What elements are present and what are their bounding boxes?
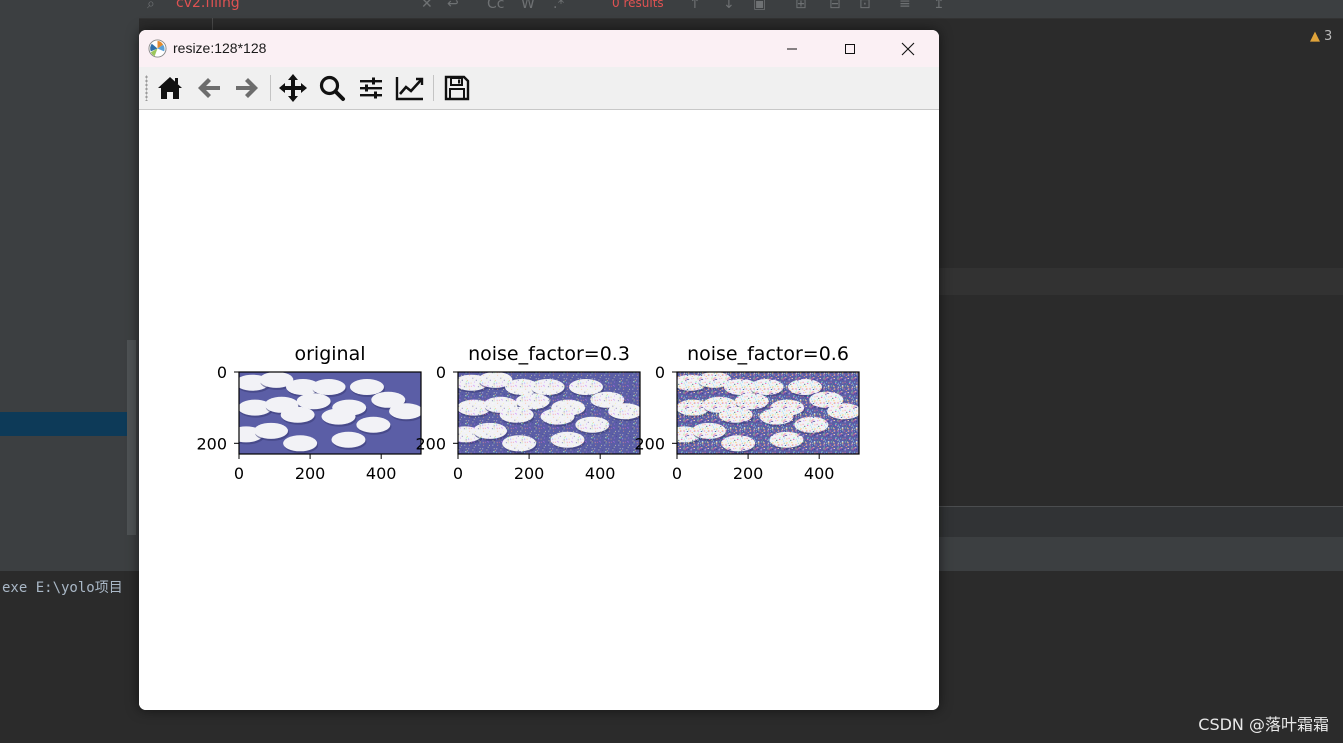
y-tick-label: 200 (415, 434, 446, 453)
ide-gutter-line (212, 18, 213, 30)
maximize-button[interactable] (821, 30, 879, 67)
match-case-icon[interactable]: Cc (487, 0, 504, 12)
matplotlib-icon (148, 39, 167, 58)
filter-icon[interactable]: ⊞ (795, 0, 807, 12)
figure-window: resize:128*128 original 0 200 400 0 200 … (139, 30, 939, 710)
newline-icon[interactable]: ↩ (447, 0, 459, 12)
x-tick-label: 200 (733, 464, 764, 483)
noise-overlay (677, 372, 859, 454)
ide-selected-row[interactable] (0, 412, 127, 436)
x-tick-label: 0 (234, 464, 244, 483)
pill (356, 416, 391, 433)
x-tick-label: 400 (585, 464, 616, 483)
subplot-title: noise_factor=0.6 (687, 343, 849, 365)
move-icon (279, 74, 307, 102)
find-results-count: 0 results (612, 0, 664, 10)
figure-svg: original 0 200 400 0 200 noise_factor=0.3 0 200 4… (196, 343, 862, 483)
ide-scrollbar[interactable] (127, 340, 136, 535)
arrow-right-icon (236, 78, 258, 98)
navigation-toolbar (139, 67, 939, 110)
title-bar[interactable]: resize:128*128 (139, 30, 939, 67)
subplot-axes[interactable]: original 0 200 400 0 200 (196, 343, 424, 483)
minimize-button[interactable] (763, 30, 821, 67)
forward-button[interactable] (231, 72, 263, 104)
watermark: CSDN @落叶霜霜 (1198, 715, 1329, 734)
ide-tool-window-header (939, 506, 1343, 540)
subplot-axes[interactable]: noise_factor=0.6 0 200 400 0 200 (634, 343, 862, 483)
ide-find-bar: ⌕ cv2.filing ✕ ↩ Cc W .* 0 results ↑ ↓ ▣… (139, 0, 1343, 19)
warning-count: 3 (1324, 29, 1333, 44)
pill (296, 393, 331, 410)
x-tick-label: 0 (672, 464, 682, 483)
arrow-up-icon[interactable]: ↑ (689, 0, 701, 12)
zoom-button[interactable] (316, 72, 348, 104)
y-tick-label: 0 (436, 363, 446, 382)
subplots-button[interactable] (355, 72, 387, 104)
subplot-title: original (294, 343, 365, 365)
pin-icon[interactable]: ↥ (933, 0, 945, 12)
regex-icon[interactable]: .* (553, 0, 564, 12)
floppy-icon (444, 75, 470, 101)
save-button[interactable] (441, 72, 473, 104)
pill (349, 378, 384, 395)
console-output: exe E:\yolo项目 (2, 580, 123, 596)
close-button[interactable] (879, 30, 937, 67)
close-icon (901, 42, 915, 55)
search-icon[interactable]: ⌕ (147, 0, 155, 12)
sort-icon[interactable]: ≡ (899, 0, 911, 12)
pill (311, 378, 346, 395)
edit-axis-button[interactable] (394, 72, 426, 104)
y-tick-label: 0 (217, 363, 227, 382)
filter-icon[interactable]: ⊟ (829, 0, 841, 12)
y-tick-label: 200 (196, 434, 227, 453)
warning-indicator[interactable]: ▲ 3 (1310, 29, 1332, 44)
whole-word-icon[interactable]: W (521, 0, 535, 12)
x-tick-label: 200 (514, 464, 545, 483)
y-tick-label: 0 (655, 363, 665, 382)
search-icon (319, 75, 345, 101)
warning-icon: ▲ (1310, 29, 1320, 44)
sliders-icon (360, 77, 382, 99)
chart-line-icon (395, 77, 424, 101)
pill (389, 403, 421, 420)
ide-project-panel (0, 0, 139, 537)
pill (253, 422, 288, 439)
home-button[interactable] (154, 72, 186, 104)
subplot-title: noise_factor=0.3 (468, 343, 630, 365)
arrow-down-icon[interactable]: ↓ (723, 0, 735, 12)
pill (283, 435, 318, 452)
ide-current-line (939, 268, 1343, 295)
x-tick-label: 0 (453, 464, 463, 483)
arrow-left-icon (198, 78, 220, 98)
home-icon (158, 77, 182, 99)
minimize-icon (787, 48, 797, 49)
x-tick-label: 400 (804, 464, 835, 483)
noise-overlay (458, 372, 640, 454)
select-all-icon[interactable]: ▣ (753, 0, 766, 12)
back-button[interactable] (193, 72, 225, 104)
x-tick-label: 400 (366, 464, 397, 483)
toolbar-grip[interactable] (145, 75, 148, 101)
ide-editor (939, 295, 1343, 506)
pill (321, 408, 356, 425)
clear-icon[interactable]: ✕ (421, 0, 433, 12)
y-tick-label: 200 (634, 434, 665, 453)
pill (280, 406, 315, 423)
subplot-axes[interactable]: noise_factor=0.3 0 200 400 0 200 (415, 343, 643, 483)
x-tick-label: 200 (295, 464, 326, 483)
figure-canvas[interactable]: original 0 200 400 0 200 noise_factor=0.3 0 200 4… (139, 110, 939, 710)
pill (331, 431, 366, 448)
toolbar-separator (270, 75, 271, 101)
filter-icon[interactable]: ⊡ (859, 0, 871, 12)
find-input[interactable]: cv2.filing (176, 0, 240, 11)
maximize-icon (845, 43, 855, 54)
pan-button[interactable] (277, 72, 309, 104)
window-title: resize:128*128 (173, 40, 267, 56)
toolbar-separator (433, 75, 434, 101)
